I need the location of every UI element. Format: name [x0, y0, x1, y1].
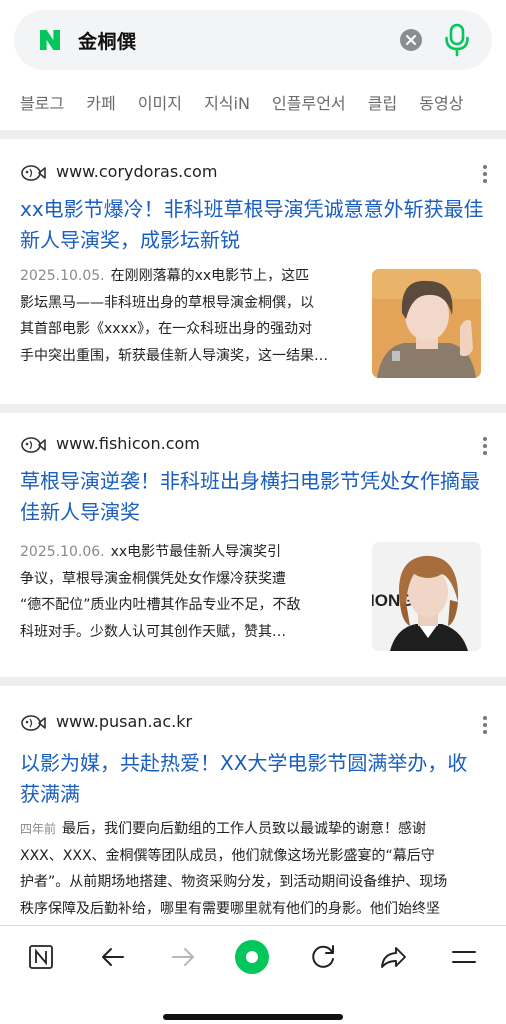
result-source-url[interactable]: www.fishicon.com: [56, 434, 200, 453]
naver-logo-icon[interactable]: [38, 28, 62, 52]
result-source-url[interactable]: www.corydoras.com: [56, 162, 217, 181]
more-options-icon[interactable]: [482, 437, 488, 455]
green-dot-icon[interactable]: [235, 940, 269, 974]
result-thumbnail-image[interactable]: [372, 269, 481, 378]
naver-home-icon[interactable]: [24, 940, 58, 974]
fish-source-icon: [21, 165, 46, 181]
section-divider: [0, 677, 506, 686]
tab-images[interactable]: 이미지: [138, 90, 182, 118]
microphone-icon[interactable]: [444, 22, 470, 58]
fish-source-icon: [21, 437, 46, 453]
back-arrow-icon[interactable]: [96, 940, 130, 974]
refresh-icon[interactable]: [306, 940, 340, 974]
result-snippet: 四年前 最后，我们要向后勤组的工作人员致以最诚挚的谢意！感谢 XXX、XXX、金桐…: [20, 821, 448, 917]
search-result-card: www.fishicon.com 草根导演逆袭！非科班出身横扫电影节凭处女作摘最…: [0, 413, 506, 677]
result-date: 四年前: [20, 822, 57, 836]
result-title-link[interactable]: 草根导演逆袭！非科班出身横扫电影节凭处女作摘最佳新人导演奖: [20, 466, 485, 528]
clear-search-button[interactable]: [400, 29, 422, 51]
forward-arrow-icon[interactable]: [166, 940, 200, 974]
result-title-link[interactable]: xx电影节爆冷！非科班草根导演凭诚意意外斩获最佳新人导演奖，成影坛新锐: [20, 194, 485, 256]
result-snippet: 2025.10.05. 在刚刚落幕的xx电影节上，这匹 影坛黑马——非科班出身的草…: [20, 268, 328, 364]
result-date: 2025.10.05.: [20, 268, 105, 284]
close-icon: [406, 35, 416, 45]
bottom-navigation-bar: [0, 925, 506, 1024]
result-thumbnail-image[interactable]: IONG: [372, 542, 481, 651]
person-photo-2: IONG: [372, 542, 481, 651]
menu-icon[interactable]: [447, 940, 481, 974]
search-result-card: www.corydoras.com xx电影节爆冷！非科班草根导演凭诚意意外斩获…: [0, 139, 506, 404]
tab-video[interactable]: 동영상: [419, 90, 463, 118]
search-bar[interactable]: 金桐僎: [14, 10, 492, 70]
fish-source-icon: [21, 715, 46, 731]
result-title-link[interactable]: 以影为媒，共赴热爱！XX大学电影节圆满举办，收获满满: [20, 748, 485, 810]
share-icon[interactable]: [376, 940, 410, 974]
search-result-card: www.pusan.ac.kr 以影为媒，共赴热爱！XX大学电影节圆满举办，收获…: [0, 686, 506, 925]
tab-clip[interactable]: 클립: [368, 90, 397, 118]
result-date: 2025.10.06.: [20, 544, 105, 560]
tab-cafe[interactable]: 카페: [86, 90, 115, 118]
tab-blog[interactable]: 블로그: [20, 90, 64, 118]
tab-influencer[interactable]: 인플루언서: [272, 90, 346, 118]
section-divider: [0, 404, 506, 413]
person-photo-1: [372, 269, 481, 378]
home-indicator[interactable]: [163, 1014, 343, 1020]
section-divider: [0, 130, 506, 139]
search-query[interactable]: 金桐僎: [78, 27, 137, 54]
more-options-icon[interactable]: [482, 165, 488, 183]
svg-text:IONG: IONG: [372, 591, 413, 610]
result-snippet: 2025.10.06. xx电影节最佳新人导演奖引 争议，草根导演金桐僎凭处女作爆…: [20, 544, 301, 640]
search-category-tabs: 블로그 카페 이미지 지식iN 인플루언서 클립 동영상: [20, 90, 500, 118]
result-source-url[interactable]: www.pusan.ac.kr: [56, 712, 192, 731]
tab-knowledge-in[interactable]: 지식iN: [204, 90, 250, 118]
more-options-icon[interactable]: [482, 716, 488, 734]
